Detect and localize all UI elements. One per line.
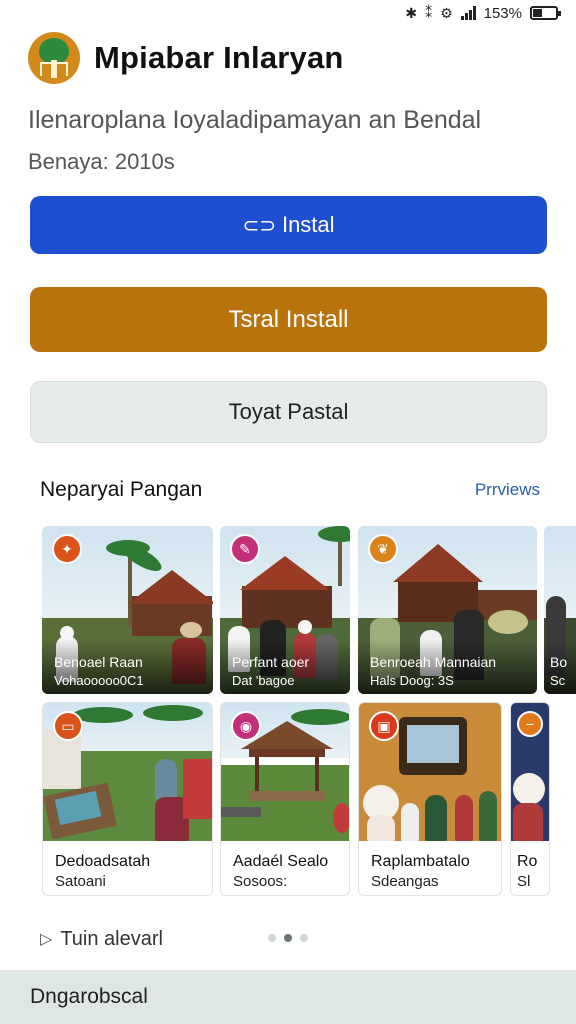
- link-icon: ⊂⊃: [242, 214, 276, 237]
- preview-card[interactable]: − Ro Sl: [510, 702, 550, 896]
- preview-card[interactable]: ❦ Benroeah Mannaian Hals Doog: 3S: [358, 526, 537, 694]
- card-title: Bo: [550, 654, 568, 670]
- pin-icon: ◉: [231, 711, 261, 741]
- section-title: Neparyai Pangan: [40, 478, 203, 501]
- card-subtitle: Sdeangas: [371, 873, 439, 890]
- card-subtitle: Hals Doog: 3S: [370, 673, 454, 688]
- page-dot-active[interactable]: [284, 934, 292, 942]
- app-logo: [28, 32, 80, 84]
- page-dot[interactable]: [268, 934, 276, 942]
- preview-grid[interactable]: ✦ Benoael Raan Vohaooooo0C1 ✎ Perfant ao…: [42, 526, 576, 898]
- bluetooth-icon: ✱: [405, 4, 418, 21]
- play-icon[interactable]: ▷: [40, 929, 52, 949]
- battery-icon: [530, 6, 561, 20]
- preview-card[interactable]: ✎ Perfant aoer Dat 'bagoe: [220, 526, 350, 694]
- trial-install-label: Tsral Install: [228, 305, 349, 333]
- chat-icon: ✎: [230, 534, 260, 564]
- card-subtitle: Sl: [517, 873, 531, 890]
- trial-install-button[interactable]: Tsral Install: [30, 287, 547, 352]
- preview-card[interactable]: ▭ Dedoadsatah Satoani: [42, 702, 213, 896]
- install-button-label: Instal: [281, 212, 335, 237]
- footer-label[interactable]: Tuin alevarl: [60, 928, 163, 951]
- preview-card[interactable]: ✦ Benoael Raan Vohaooooo0C1: [42, 526, 213, 694]
- card-subtitle: Sc: [550, 673, 566, 688]
- app-title: Mpiabar Inlaryan: [94, 40, 344, 75]
- previews-link[interactable]: Prrviews: [475, 480, 540, 500]
- frame-icon: ▣: [369, 711, 399, 741]
- bottom-bar[interactable]: Dngarobscal: [0, 970, 576, 1024]
- bottom-bar-label: Dngarobscal: [30, 985, 148, 1008]
- vibrate-icon: ⁑: [425, 4, 433, 21]
- page-dot[interactable]: [300, 934, 308, 942]
- toyat-pastal-button[interactable]: Toyat Pastal: [30, 381, 547, 443]
- card-title: Perfant aoer: [232, 654, 310, 670]
- page-indicator[interactable]: [268, 934, 308, 942]
- card-subtitle: Sosoos:: [233, 873, 288, 890]
- preview-card[interactable]: ◉ Aadaél Sealo Sosoos:: [220, 702, 350, 896]
- section-header: Neparyai Pangan Prrviews: [40, 478, 540, 502]
- status-bar: ✱ ⁑ ⚙ 153%: [0, 0, 576, 26]
- card-title: Benoael Raan: [54, 654, 143, 670]
- card-title: Raplambatalo: [371, 853, 470, 870]
- app-header: Mpiabar Inlaryan Ilenaroplana Ioyaladipa…: [28, 32, 548, 175]
- install-button[interactable]: ⊂⊃ Instal: [30, 196, 547, 254]
- signal-icon: [460, 6, 476, 20]
- card-subtitle: Satoani: [55, 873, 106, 890]
- tag-icon: ▭: [53, 711, 83, 741]
- wifi-icon: ⚙: [440, 4, 453, 21]
- battery-percent: 153%: [483, 4, 522, 22]
- card-subtitle: Dat 'bagoe: [232, 673, 295, 688]
- card-title: Dedoadsatah: [55, 853, 151, 870]
- leaf-icon: ❦: [368, 534, 398, 564]
- toyat-pastal-label: Toyat Pastal: [228, 399, 349, 424]
- app-meta: Benaya: 2010s: [28, 149, 175, 174]
- preview-card[interactable]: Bo Sc: [544, 526, 576, 694]
- footer-row: ▷ Tuin alevarl: [40, 924, 540, 954]
- card-title: Aadaél Sealo: [233, 853, 329, 870]
- gift-icon: ✦: [52, 534, 82, 564]
- card-subtitle: Vohaooooo0C1: [54, 673, 144, 688]
- app-subtitle: Ilenaroplana Ioyaladipamayan an Bendal: [28, 106, 482, 134]
- preview-card[interactable]: ▣ Raplambatalo Sdeangas: [358, 702, 502, 896]
- card-title: Benroeah Mannaian: [370, 654, 497, 670]
- card-title: Ro: [517, 853, 538, 870]
- minus-icon: −: [517, 711, 543, 737]
